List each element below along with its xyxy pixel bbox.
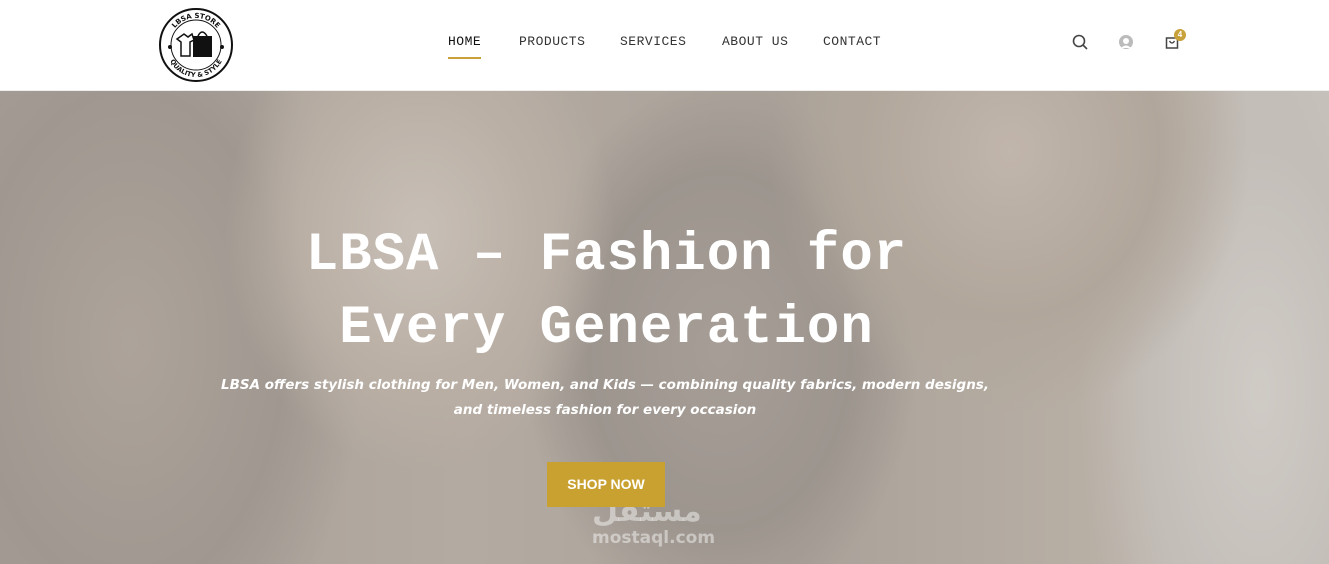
watermark-url: mostaql.com <box>592 528 716 548</box>
search-icon[interactable] <box>1070 32 1090 52</box>
nav-home[interactable]: HOME <box>448 34 482 59</box>
hero-title: LBSA – Fashion for Every Generation <box>0 219 1213 365</box>
site-header: LBSA STORE QUALITY & STYLE HOME PRODUCTS… <box>0 0 1329 91</box>
nav-contact[interactable]: CONTACT <box>823 34 881 57</box>
user-icon[interactable] <box>1116 32 1136 52</box>
hero-title-line-1: LBSA – Fashion for <box>305 225 908 286</box>
hero-title-line-2: Every Generation <box>339 298 874 359</box>
nav-products[interactable]: PRODUCTS <box>519 34 585 57</box>
hero-banner: LBSA – Fashion for Every Generation LBSA… <box>0 91 1329 564</box>
hero-subtitle: LBSA offers stylish clothing for Men, Wo… <box>221 377 989 418</box>
nav-about-us[interactable]: ABOUT US <box>722 34 788 57</box>
nav-services[interactable]: SERVICES <box>620 34 686 57</box>
cart-count-badge: 4 <box>1174 29 1186 41</box>
shop-now-button[interactable]: SHOP NOW <box>547 462 665 507</box>
